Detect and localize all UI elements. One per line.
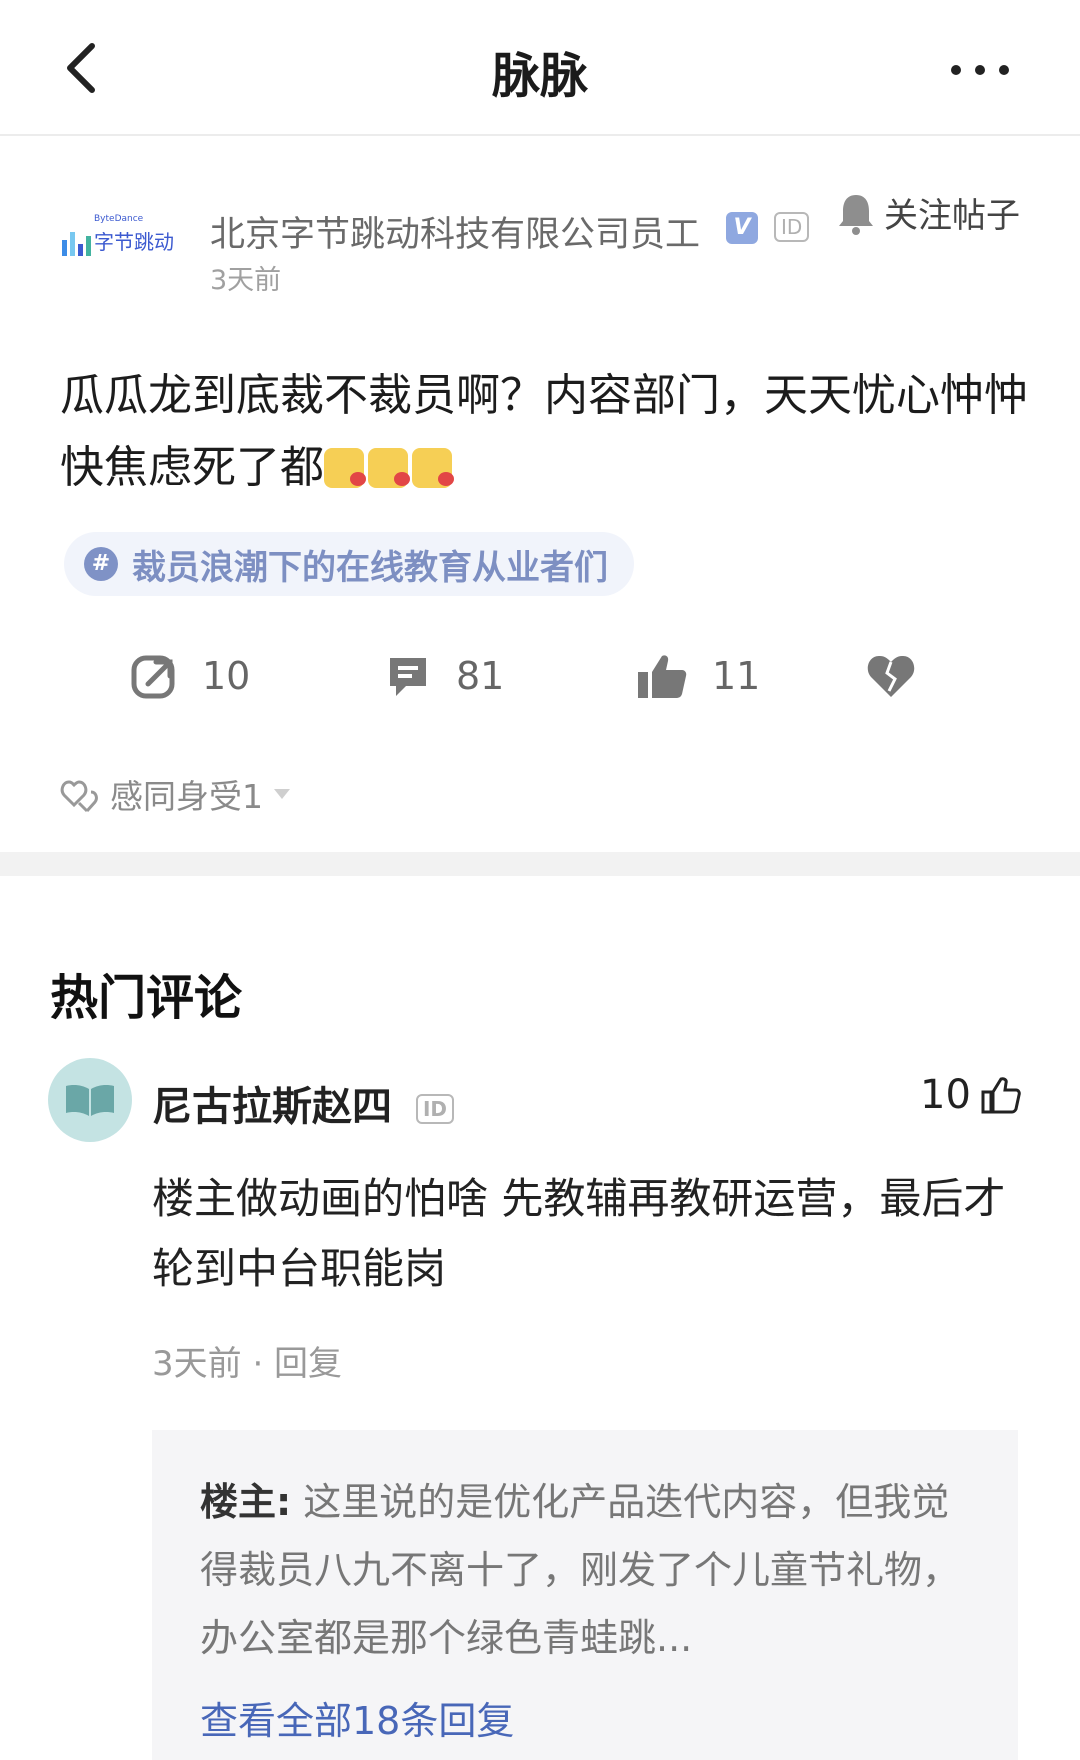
comment-icon: [390, 658, 426, 696]
more-dots-icon: [951, 65, 1009, 75]
reply-text: 楼主: 这里说的是优化产品迭代内容，但我觉得裁员八九不离十了，刚发了个儿童节礼物…: [200, 1480, 961, 1660]
dislike-button[interactable]: [866, 648, 916, 704]
post-author[interactable]: 北京字节跳动科技有限公司员工: [210, 206, 700, 257]
id-badge: ID: [415, 1094, 454, 1124]
comment-like-count: 10: [920, 1072, 971, 1118]
thumbs-up-outline-icon: [981, 1077, 1021, 1114]
logo-text: 字节跳动: [94, 230, 174, 254]
reply-author: 楼主:: [200, 1480, 292, 1524]
hot-comments-title: 热门评论: [50, 970, 243, 1026]
emoji-icon: [324, 448, 366, 488]
comment-text: 楼主做动画的怕啥 先教辅再教研运营，最后才轮到中台职能岗: [152, 1174, 1006, 1293]
reaction-label: 感同身受1: [110, 777, 263, 816]
commenter-name[interactable]: 尼古拉斯赵四 ID: [152, 1074, 454, 1132]
share-count: 10: [202, 654, 251, 698]
company-logo[interactable]: ByteDance 字节跳动: [60, 212, 190, 282]
logo-small-text: ByteDance: [94, 214, 144, 224]
post-content: 瓜瓜龙到底裁不裁员啊？内容部门，天天忧心忡忡快焦虑死了都: [60, 370, 1028, 493]
comment-count: 81: [456, 654, 505, 698]
book-icon: [66, 1085, 114, 1116]
reaction-summary[interactable]: 感同身受1: [60, 770, 291, 818]
topic-tag[interactable]: # 裁员浪潮下的在线教育从业者们: [64, 532, 634, 596]
caret-down-icon: [274, 789, 290, 799]
bell-icon: [839, 194, 873, 235]
author-name: 北京字节跳动科技有限公司员工: [210, 215, 701, 255]
verified-badge: V: [726, 212, 758, 244]
id-badge: ID: [774, 212, 810, 242]
emoji-icon: [412, 448, 454, 488]
post-timestamp: 3天前: [210, 265, 282, 296]
hashtag-icon: #: [84, 547, 118, 581]
comment-like-button[interactable]: 10: [920, 1072, 1021, 1118]
like-count: 11: [712, 654, 761, 698]
share-icon: [131, 655, 175, 699]
comment-meta[interactable]: 3天前 · 回复: [152, 1336, 342, 1385]
like-button[interactable]: 11: [636, 648, 760, 704]
topic-label: 裁员浪潮下的在线教育从业者们: [132, 547, 608, 588]
thumbs-up-icon: [638, 655, 687, 698]
follow-label: 关注帖子: [884, 196, 1020, 236]
section-divider: [0, 852, 1080, 876]
hearts-icon: [60, 780, 98, 813]
view-all-replies-link[interactable]: 查看全部18条回复: [200, 1690, 514, 1745]
comment-button[interactable]: 81: [384, 648, 504, 704]
more-options-button[interactable]: [940, 50, 1020, 90]
page-title: 脉脉: [491, 48, 588, 104]
share-button[interactable]: 10: [130, 648, 250, 704]
broken-heart-icon: [867, 655, 915, 697]
avatar[interactable]: [48, 1058, 132, 1142]
follow-post-button[interactable]: 关注帖子: [836, 188, 1020, 237]
emoji-icon: [368, 448, 410, 488]
